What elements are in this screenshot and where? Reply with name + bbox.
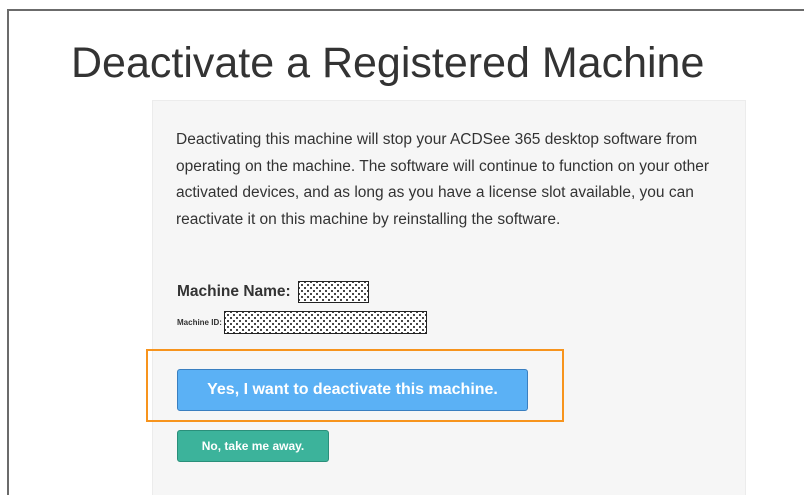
machine-name-redacted-value	[297, 281, 369, 303]
machine-name-row: Machine Name:	[177, 281, 369, 303]
machine-id-row: Machine ID:	[177, 311, 427, 334]
machine-name-label: Machine Name:	[177, 283, 291, 300]
page-title: Deactivate a Registered Machine	[71, 39, 705, 87]
deactivation-description: Deactivating this machine will stop your…	[176, 131, 710, 228]
cancel-button[interactable]: No, take me away.	[177, 430, 329, 462]
deactivate-machine-button[interactable]: Yes, I want to deactivate this machine.	[177, 369, 528, 411]
machine-id-redacted-value	[223, 311, 427, 334]
machine-id-label: Machine ID:	[177, 318, 222, 327]
